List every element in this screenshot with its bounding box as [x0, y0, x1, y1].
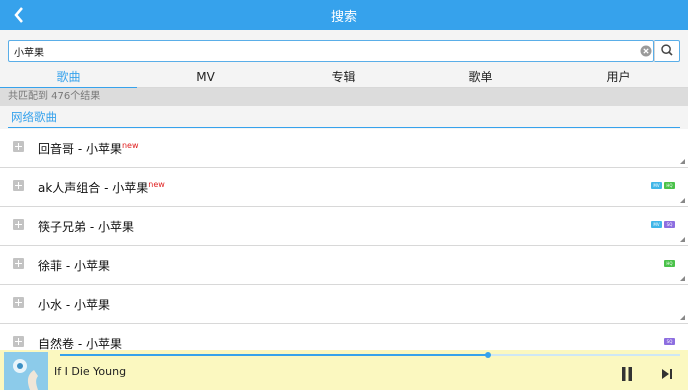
song-name: ak人声组合 - 小苹果	[38, 181, 149, 195]
search-icon	[661, 44, 673, 56]
progress-knob[interactable]	[484, 352, 491, 358]
add-icon[interactable]	[13, 297, 24, 308]
tab-playlists[interactable]: 歌单	[412, 68, 549, 88]
song-name: 筷子兄弟 - 小苹果	[38, 220, 134, 234]
tab-users[interactable]: 用户	[550, 68, 687, 88]
search-input[interactable]	[14, 43, 624, 59]
hq-badge: HQ	[664, 260, 675, 267]
album-art[interactable]	[4, 352, 48, 390]
song-name: 小水 - 小苹果	[38, 298, 110, 312]
more-corner-icon[interactable]	[680, 315, 685, 320]
now-playing-title: If I Die Young	[54, 365, 127, 378]
new-tag: new	[121, 141, 139, 150]
page-title: 搜索	[330, 10, 357, 25]
more-corner-icon[interactable]	[680, 276, 685, 281]
song-row[interactable]: 回音哥 - 小苹果new	[0, 129, 688, 168]
song-row[interactable]: 筷子兄弟 - 小苹果 MV SQ	[0, 207, 688, 246]
next-track-icon[interactable]	[660, 368, 674, 380]
hq-badge: HQ	[664, 182, 675, 189]
song-row[interactable]: 小水 - 小苹果	[0, 285, 688, 324]
search-box	[8, 40, 654, 62]
progress-bar[interactable]	[60, 352, 680, 358]
sq-badge: SQ	[664, 221, 675, 228]
clear-icon[interactable]	[640, 45, 652, 57]
tab-songs[interactable]: 歌曲	[0, 68, 137, 89]
add-icon[interactable]	[13, 219, 24, 230]
top-bar: 搜索	[0, 0, 688, 30]
new-tag: new	[148, 180, 165, 189]
album-art-image	[4, 352, 48, 390]
song-row[interactable]: ak人声组合 - 小苹果new MV HQ	[0, 168, 688, 207]
result-count: 共匹配到 476个结果	[0, 88, 688, 106]
song-name: 自然卷 - 小苹果	[38, 337, 122, 351]
search-bar	[0, 30, 688, 68]
song-name: 徐菲 - 小苹果	[38, 259, 110, 273]
more-corner-icon[interactable]	[680, 237, 685, 242]
song-row[interactable]: 徐菲 - 小苹果 HQ	[0, 246, 688, 285]
tab-mv[interactable]: MV	[137, 68, 274, 88]
add-icon[interactable]	[13, 258, 24, 269]
add-icon[interactable]	[13, 336, 24, 347]
tab-bar: 歌曲 MV 专辑 歌单 用户	[0, 68, 688, 89]
pause-icon[interactable]	[620, 366, 634, 382]
section-title: 网络歌曲	[8, 108, 680, 128]
search-button[interactable]	[654, 40, 680, 62]
mv-badge: MV	[651, 221, 662, 228]
add-icon[interactable]	[13, 141, 24, 152]
tab-albums[interactable]: 专辑	[275, 68, 412, 88]
progress-fill	[60, 354, 488, 356]
add-icon[interactable]	[13, 180, 24, 191]
song-name: 回音哥 - 小苹果	[38, 142, 122, 156]
more-corner-icon[interactable]	[680, 198, 685, 203]
more-corner-icon[interactable]	[680, 159, 685, 164]
mv-badge: MV	[651, 182, 662, 189]
player-bar: If I Die Young	[0, 350, 688, 390]
sq-badge: SQ	[664, 338, 675, 345]
